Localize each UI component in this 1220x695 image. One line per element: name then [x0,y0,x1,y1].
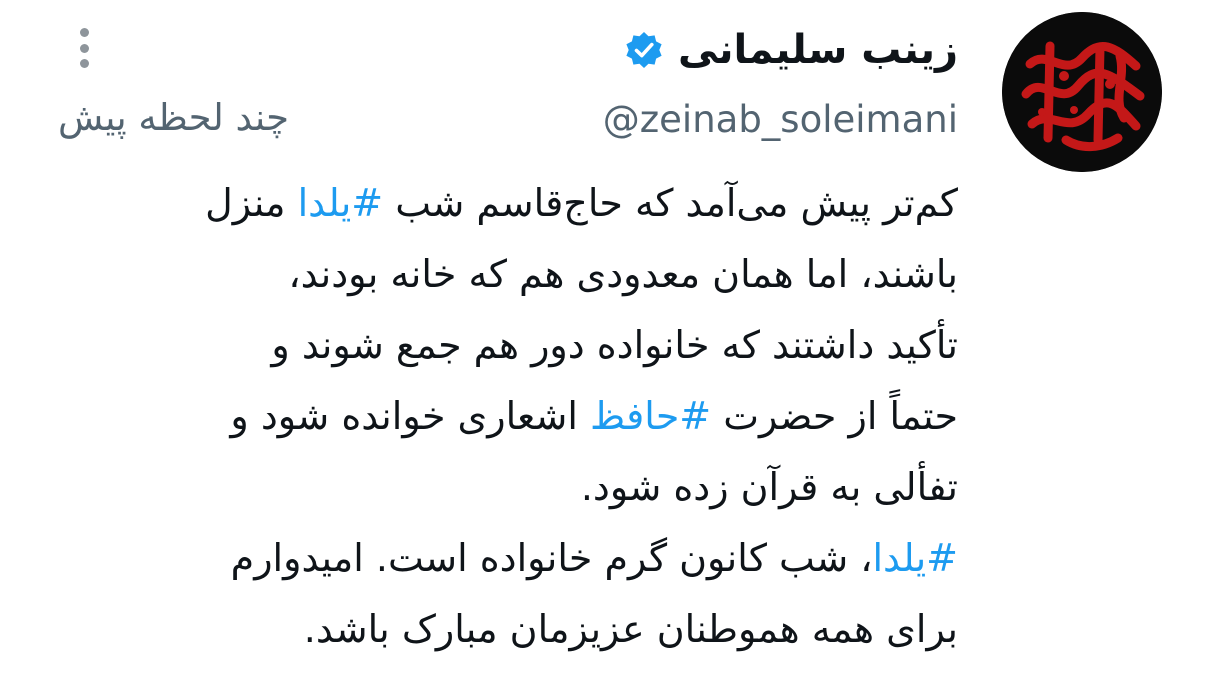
tweet-text-segment: برای همه هموطنان عزیزمان مبارک باشد. [303,607,958,651]
tweet-text-line: تفألی به قرآن زده شود. [58,452,958,523]
tweet-card: زینب سلیمانی @zeinab_soleimani چند لحظه … [0,0,1220,695]
tweet-text-line: #یلدا، شب کانون گرم خانواده است. امیدوار… [58,523,958,594]
tweet-text-line: کم‌تر پیش می‌آمد که حاج‌قاسم شب #یلدا من… [58,168,958,239]
tweet-text-segment: اشعاری خوانده شود و [230,394,590,438]
tweet-text-segment: تفألی به قرآن زده شود. [580,465,958,509]
more-vertical-icon [79,28,89,37]
tweet-text-segment: حتماً از حضرت [711,394,958,438]
tweet-text-segment: منزل [205,181,298,225]
tweet-header: زینب سلیمانی [624,18,958,82]
tweet-text-segment: تأکید داشتند که خانواده دور هم جمع شوند … [271,323,958,367]
user-handle[interactable]: @zeinab_soleimani [603,98,958,141]
verified-badge-icon [626,32,662,68]
tweet-text-line: برای همه هموطنان عزیزمان مبارک باشد. [58,594,958,665]
tweet-text: کم‌تر پیش می‌آمد که حاج‌قاسم شب #یلدا من… [58,168,958,665]
tweet-text-segment: کم‌تر پیش می‌آمد که حاج‌قاسم شب [383,181,958,225]
hashtag-link[interactable]: #حافظ [590,394,711,438]
tweet-text-line: حتماً از حضرت #حافظ اشعاری خوانده شود و [58,381,958,452]
tweet-text-segment: ، شب کانون گرم خانواده است. امیدوارم [230,536,873,580]
display-name[interactable]: زینب سلیمانی [678,27,958,73]
timestamp[interactable]: چند لحظه پیش [58,96,289,139]
hashtag-link[interactable]: #یلدا [873,536,959,580]
more-options-button[interactable] [66,24,102,72]
tweet-text-segment: باشند، اما همان معدودی هم که خانه بودند، [288,252,958,296]
avatar[interactable] [1002,12,1162,172]
tweet-text-line: باشند، اما همان معدودی هم که خانه بودند، [58,239,958,310]
hashtag-link[interactable]: #یلدا [298,181,384,225]
tweet-text-line: تأکید داشتند که خانواده دور هم جمع شوند … [58,310,958,381]
calligraphy-avatar-icon [1002,12,1162,172]
